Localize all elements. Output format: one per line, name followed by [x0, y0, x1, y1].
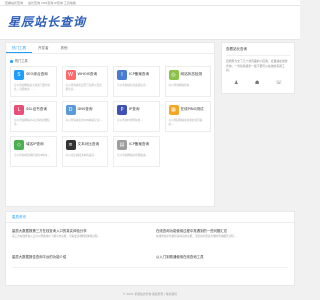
- tool-card[interactable]: W WHOIS查询可以查询域名是否已注册以及注册信息...: [61, 66, 108, 97]
- news-header: 星辰资讯: [6, 212, 294, 223]
- tool-description: 可以对比两段文本的差异...: [65, 154, 97, 157]
- tool-description: 可以查询网站各大搜索引擎的信息，包括收录、...: [14, 84, 51, 91]
- tab-popular[interactable]: 热门工具: [6, 43, 32, 53]
- site-logo[interactable]: 星辰站长查询: [8, 13, 86, 30]
- top-link-tools[interactable]: 站长查询 CNS查询 IP查询 工具信箱: [28, 1, 76, 5]
- tool-description: 可以查询网站SSL证书的详细信息...: [14, 119, 50, 126]
- tool-card[interactable]: S SEO综合查询可以查询网站各大搜索引擎的信息，包括收录、...: [10, 66, 57, 97]
- tool-description: 可以查询域名解析到的IP地址...: [14, 154, 50, 157]
- tool-description: 可以查询网站的详细备案...: [117, 154, 149, 157]
- news-title-1[interactable]: 星辰大数据报第三方在线查询入口的真实体验分享: [12, 228, 87, 233]
- news-title-3[interactable]: 星辰大数据报告查询平台的功能介绍: [12, 254, 66, 259]
- tool-icon: L: [14, 105, 24, 115]
- tool-name: 网站状态检测: [180, 72, 203, 76]
- tool-name: SEO综合查询: [26, 72, 48, 76]
- tool-icon: D: [65, 105, 76, 115]
- tool-icon: ▤: [117, 140, 127, 150]
- tab-other[interactable]: 其他: [55, 43, 74, 53]
- tool-name: 域名IP查询: [26, 142, 44, 146]
- tool-card[interactable]: ≡ 文本对比查询可以对比两段文本的差异...: [61, 136, 108, 167]
- sidebar-about: 查看站长查询 四朝科为文了几十款有趣的小应用，就遭遇在线者查询，一查就找遇查一截…: [221, 42, 295, 94]
- tool-icon: P: [117, 105, 127, 115]
- tool-name: DNS查询: [77, 107, 93, 111]
- tool-name: 在线PING测试: [180, 107, 204, 111]
- tool-grid: S SEO综合查询 可以查询网站各大搜索引擎的信息，包括收录、... W WHOIS查询…: [10, 66, 212, 167]
- tool-icon: ▦: [168, 105, 179, 115]
- tool-description: 可以查询域名的DNS解析记录...: [65, 119, 103, 122]
- tool-description: 可以测试网站在各地的访问速度...: [168, 119, 203, 126]
- tool-icon: S: [14, 70, 24, 80]
- tool-icon: W: [65, 70, 76, 80]
- tool-icon: ◎: [168, 70, 179, 80]
- tool-name: IP查询: [129, 107, 140, 111]
- tool-card[interactable]: L SSL证书查询可以查询网站SSL证书的详细信息...: [10, 101, 57, 132]
- tool-name: 文本对比查询: [77, 142, 100, 146]
- tool-icon: I: [117, 70, 127, 80]
- tool-name: WHOIS查询: [77, 72, 98, 76]
- tool-description: 可以查询域名是否已注册以及注册信息...: [65, 84, 102, 91]
- tools-panel: 热门工具 开发者 其他 热门工具 S SEO综合查询可以查询网站各大搜索引擎的信息…: [5, 42, 215, 207]
- header: 星辰站长查询: [0, 6, 300, 40]
- tool-card[interactable]: ▦ 在线PING测试可以测试网站在各地的访问速度...: [164, 101, 211, 132]
- tool-name: SSL证书查询: [26, 107, 47, 111]
- tool-name: ICP备案查询: [129, 72, 150, 76]
- sidebar-title: 查看站长查询: [226, 47, 290, 56]
- tool-description: 可以查询域名的备案信息...: [117, 84, 149, 87]
- qq-icon[interactable]: ☗: [255, 80, 259, 86]
- dot-icon: [10, 59, 13, 63]
- tool-description: 可以查询网站状态...: [168, 84, 192, 87]
- news-divider: [12, 267, 288, 268]
- tool-card[interactable]: P IP查询可以查询IP的所在地...: [113, 101, 160, 132]
- wechat-icon[interactable]: ☏: [276, 80, 282, 86]
- user-icon[interactable]: ♟: [234, 80, 238, 86]
- news-desc-1: 第三方在线查询入口可以帮助用户了解平台功能，带来更多便利的体验过程...: [12, 235, 101, 238]
- tool-icon: ◇: [14, 140, 24, 150]
- tab-bar: 热门工具 开发者 其他: [6, 43, 214, 54]
- tool-name: ICP备案查询: [129, 142, 150, 146]
- tool-card[interactable]: D DNS查询可以查询域名的DNS解析记录...: [61, 101, 108, 132]
- tool-icon: ≡: [65, 140, 76, 150]
- tool-card[interactable]: ▤ ICP备案查询可以查询网站的详细备案...: [113, 136, 160, 167]
- top-link-home[interactable]: 查看站长查询: [5, 1, 23, 5]
- news-panel: 星辰资讯 星辰大数据报第三方在线查询入口的真实体验分享 第三方在线查询入口可以帮…: [5, 211, 295, 286]
- tab-developer[interactable]: 开发者: [32, 43, 55, 53]
- sidebar-description: 四朝科为文了几十款有趣的小应用，就遭遇在线者查询，一查就找遇查一截不要可以在线的…: [226, 59, 288, 73]
- tool-description: 可以查询IP的所在地...: [117, 119, 143, 122]
- news-title-4[interactable]: 从入门到精通使用在线查询工具: [156, 254, 203, 259]
- footer: © 2021 星辰站长查询 版权所有 | 联系我们: [122, 292, 178, 296]
- tool-card[interactable]: ◎ 网站状态检测可以查询网站状态...: [164, 66, 211, 97]
- news-title-2[interactable]: 在线查询功能使用过程中常遇到的一些问题汇总: [156, 228, 227, 233]
- news-desc-2: 在线查询平台提供多种实用功能，带给用户更多方便的查询服务过程...: [156, 235, 237, 238]
- section-label: 热门工具: [10, 58, 28, 63]
- tool-card[interactable]: I ICP备案查询可以查询域名的备案信息...: [113, 66, 160, 97]
- sidebar-icons: ♟ ☗ ☏: [226, 80, 290, 86]
- tool-card[interactable]: ◇ 域名IP查询可以查询域名解析到的IP地址...: [10, 136, 57, 167]
